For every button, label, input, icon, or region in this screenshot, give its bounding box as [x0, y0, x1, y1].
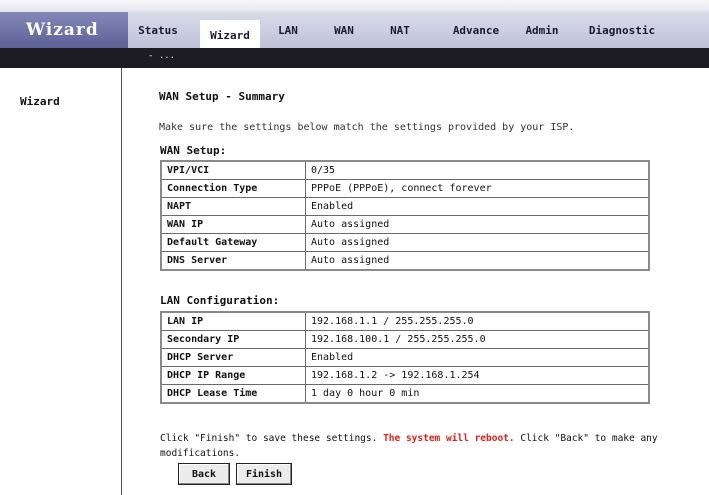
row-value: PPPoE (PPPoE), connect forever	[305, 179, 650, 198]
wan-section-title: WAN Setup:	[160, 144, 227, 157]
main-nav: Status Wizard LAN WAN NAT Advance Admin …	[128, 12, 709, 50]
row-label: Secondary IP	[160, 330, 306, 349]
tab-wizard[interactable]: Wizard	[200, 20, 260, 50]
sub-nav-item[interactable]: - ...	[148, 51, 175, 61]
table-row: DHCP IP Range 192.168.1.2 -> 192.168.1.25…	[160, 366, 650, 385]
row-label: Connection Type	[160, 179, 306, 198]
row-value: Auto assigned	[305, 251, 650, 271]
tab-status[interactable]: Status	[128, 12, 188, 48]
row-label: VPI/VCI	[160, 160, 306, 180]
row-label: DHCP IP Range	[160, 366, 306, 385]
row-label: DHCP Server	[160, 348, 306, 367]
table-row: Default Gateway Auto assigned	[160, 233, 650, 252]
table-row: WAN IP Auto assigned	[160, 215, 650, 234]
row-value: 192.168.1.2 -> 192.168.1.254	[305, 366, 650, 385]
table-row: DHCP Lease Time 1 day 0 hour 0 min	[160, 384, 650, 404]
note-text: Click "Finish" to save these settings.	[160, 433, 378, 444]
table-row: Connection Type PPPoE (PPPoE), connect fo…	[160, 179, 650, 198]
row-value: 192.168.100.1 / 255.255.255.0	[305, 330, 650, 349]
lan-summary-table: LAN IP 192.168.1.1 / 255.255.255.0 Second…	[160, 311, 650, 404]
tab-advance[interactable]: Advance	[446, 12, 506, 48]
finish-note: Click "Finish" to save these settings. T…	[160, 431, 700, 461]
sidebar-item-wizard[interactable]: Wizard	[20, 95, 60, 108]
table-row: DHCP Server Enabled	[160, 348, 650, 367]
row-value: Enabled	[305, 348, 650, 367]
row-label: DHCP Lease Time	[160, 384, 306, 404]
back-button[interactable]: Back	[178, 463, 230, 485]
tab-wan[interactable]: WAN	[324, 12, 364, 48]
lan-section-title: LAN Configuration:	[160, 294, 280, 307]
table-row: Secondary IP 192.168.100.1 / 255.255.255.…	[160, 330, 650, 349]
row-value: Enabled	[305, 197, 650, 216]
row-value: 0/35	[305, 160, 650, 180]
page-description: Make sure the settings below match the s…	[159, 122, 575, 133]
table-row: DNS Server Auto assigned	[160, 251, 650, 271]
row-value: 1 day 0 hour 0 min	[305, 384, 650, 404]
row-label: NAPT	[160, 197, 306, 216]
row-value: 192.168.1.1 / 255.255.255.0	[305, 311, 650, 331]
main-content: WAN Setup - Summary Make sure the settin…	[122, 68, 709, 495]
finish-button[interactable]: Finish	[236, 463, 292, 485]
app-logo: Wizard	[26, 20, 99, 40]
tab-diagnostic[interactable]: Diagnostic	[582, 12, 662, 48]
logo-box: Wizard	[0, 12, 128, 48]
tab-nat[interactable]: NAT	[380, 12, 420, 48]
browser-top-strip	[0, 0, 709, 12]
page-title: WAN Setup - Summary	[159, 90, 285, 103]
table-row: VPI/VCI 0/35	[160, 160, 650, 180]
sub-nav-bar: - ...	[0, 48, 709, 68]
sidebar: Wizard	[0, 68, 122, 495]
row-label: WAN IP	[160, 215, 306, 234]
row-label: LAN IP	[160, 311, 306, 331]
wan-summary-table: VPI/VCI 0/35 Connection Type PPPoE (PPPoE)…	[160, 160, 650, 271]
row-label: DNS Server	[160, 251, 306, 271]
table-row: NAPT Enabled	[160, 197, 650, 216]
row-value: Auto assigned	[305, 233, 650, 252]
tab-lan[interactable]: LAN	[268, 12, 308, 48]
reboot-warning: The system will reboot.	[377, 433, 515, 444]
tab-admin[interactable]: Admin	[514, 12, 570, 48]
row-value: Auto assigned	[305, 215, 650, 234]
row-label: Default Gateway	[160, 233, 306, 252]
table-row: LAN IP 192.168.1.1 / 255.255.255.0	[160, 311, 650, 331]
